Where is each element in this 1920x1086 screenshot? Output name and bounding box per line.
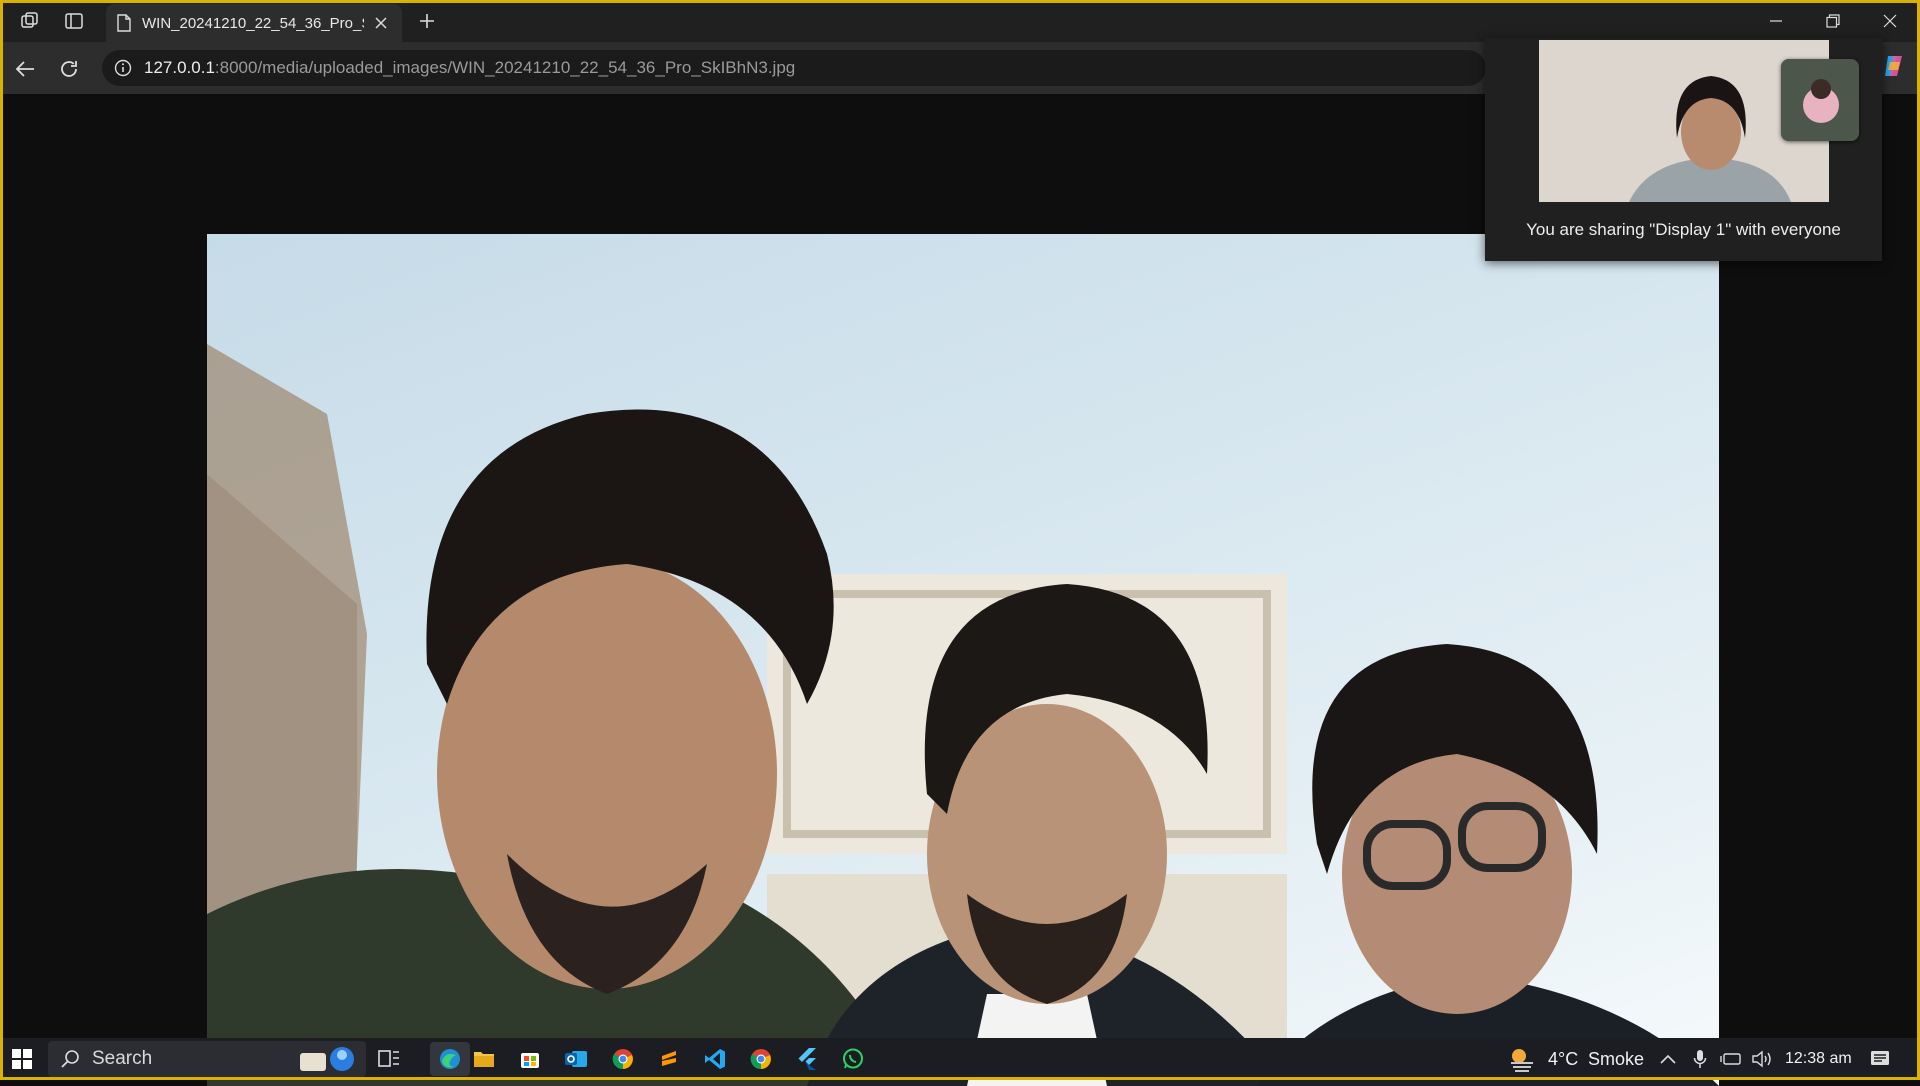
vscode-icon	[705, 1049, 725, 1069]
weather-smoke-icon	[1511, 1049, 1533, 1072]
copilot-button[interactable]	[1880, 52, 1908, 80]
speaker-icon	[1752, 1050, 1771, 1068]
taskbar-file-explorer[interactable]	[464, 1041, 504, 1077]
taskbar-clock[interactable]: 12:38 am	[1785, 1050, 1852, 1068]
flutter-icon	[798, 1048, 816, 1070]
screen-share-panel[interactable]: You are sharing "Display 1" with everyon…	[1485, 38, 1882, 261]
plus-icon	[420, 14, 434, 28]
taskbar-chrome-2[interactable]	[741, 1041, 781, 1077]
minimize-icon	[1770, 20, 1782, 22]
show-hidden-icons-button[interactable]	[1653, 1041, 1683, 1077]
restore-button[interactable]	[1805, 0, 1861, 42]
url-path: :8000/media/uploaded_images/WIN_20241210…	[214, 58, 796, 77]
chevron-up-icon	[1660, 1054, 1676, 1064]
address-bar[interactable]: 127.0.0.1:8000/media/uploaded_images/WIN…	[102, 50, 1486, 86]
task-view-icon	[378, 1050, 399, 1067]
weather-condition[interactable]: Smoke	[1588, 1049, 1644, 1070]
refresh-button[interactable]	[52, 52, 86, 86]
whatsapp-icon	[843, 1048, 863, 1069]
battery-icon	[1720, 1053, 1741, 1065]
back-button[interactable]	[8, 52, 42, 86]
chrome-icon	[750, 1049, 771, 1070]
tab-active[interactable]: WIN_20241210_22_54_36_Pro_SkIBhN3.jpg	[106, 4, 402, 42]
arrow-left-icon	[15, 61, 34, 77]
close-window-button[interactable]	[1862, 0, 1918, 42]
notification-icon	[1871, 1051, 1889, 1065]
folder-icon	[474, 1052, 494, 1067]
notifications-button[interactable]	[1860, 1041, 1900, 1077]
chrome-icon	[612, 1049, 633, 1070]
search-icon	[61, 1050, 79, 1068]
microphone-tray-button[interactable]	[1685, 1041, 1715, 1077]
close-icon	[1883, 14, 1897, 28]
search-label: Search	[92, 1048, 153, 1069]
outlook-icon	[565, 1051, 587, 1067]
taskbar-sublime[interactable]	[649, 1041, 689, 1077]
sublime-icon	[662, 1051, 676, 1066]
photo-content	[207, 234, 1719, 1086]
restore-icon	[1826, 14, 1840, 28]
workspaces-button[interactable]	[14, 6, 46, 36]
participant-avatar	[1781, 59, 1859, 141]
microphone-icon	[1693, 1050, 1707, 1068]
participant-thumbnail[interactable]	[1781, 59, 1859, 141]
taskbar-search[interactable]: Search	[48, 1041, 366, 1077]
tab-title: WIN_20241210_22_54_36_Pro_SkIBhN3.jpg	[142, 14, 364, 32]
taskbar-vscode[interactable]	[695, 1041, 735, 1077]
volume-button[interactable]	[1747, 1041, 1777, 1077]
taskbar-whatsapp[interactable]	[833, 1041, 873, 1077]
taskbar: Search 4°C Smoke 12:38 am	[0, 1038, 1920, 1080]
battery-network-button[interactable]	[1716, 1041, 1746, 1077]
tab-actions-icon	[65, 13, 83, 29]
start-button[interactable]	[2, 1041, 42, 1077]
weather-temperature[interactable]: 4°C	[1548, 1049, 1578, 1070]
info-icon[interactable]	[114, 59, 132, 77]
taskbar-chrome[interactable]	[603, 1041, 643, 1077]
url-text[interactable]: 127.0.0.1:8000/media/uploaded_images/WIN…	[144, 58, 795, 78]
search-highlight-icon	[300, 1047, 354, 1071]
close-icon	[375, 17, 387, 29]
minimize-button[interactable]	[1748, 0, 1804, 42]
url-host: 127.0.0.1	[144, 58, 215, 77]
taskbar-store[interactable]	[510, 1041, 550, 1077]
weather-widget-icon[interactable]	[1502, 1041, 1542, 1077]
vertical-tabs-button[interactable]	[58, 6, 90, 36]
windows-icon	[12, 1049, 32, 1069]
refresh-icon	[61, 61, 77, 77]
file-icon	[117, 14, 131, 32]
copilot-icon	[1885, 56, 1902, 76]
taskbar-flutter[interactable]	[787, 1041, 827, 1077]
edge-icon	[440, 1049, 460, 1069]
taskbar-outlook[interactable]	[556, 1041, 596, 1077]
sharing-status-text: You are sharing "Display 1" with everyon…	[1526, 220, 1841, 239]
store-icon	[521, 1053, 539, 1068]
new-tab-button[interactable]	[412, 6, 442, 36]
workspaces-icon	[21, 12, 38, 28]
taskview-button[interactable]	[369, 1041, 409, 1077]
title-bar: WIN_20241210_22_54_36_Pro_SkIBhN3.jpg	[0, 0, 1920, 42]
uploaded-photo	[207, 234, 1719, 1086]
tab-close-button[interactable]	[370, 12, 392, 34]
